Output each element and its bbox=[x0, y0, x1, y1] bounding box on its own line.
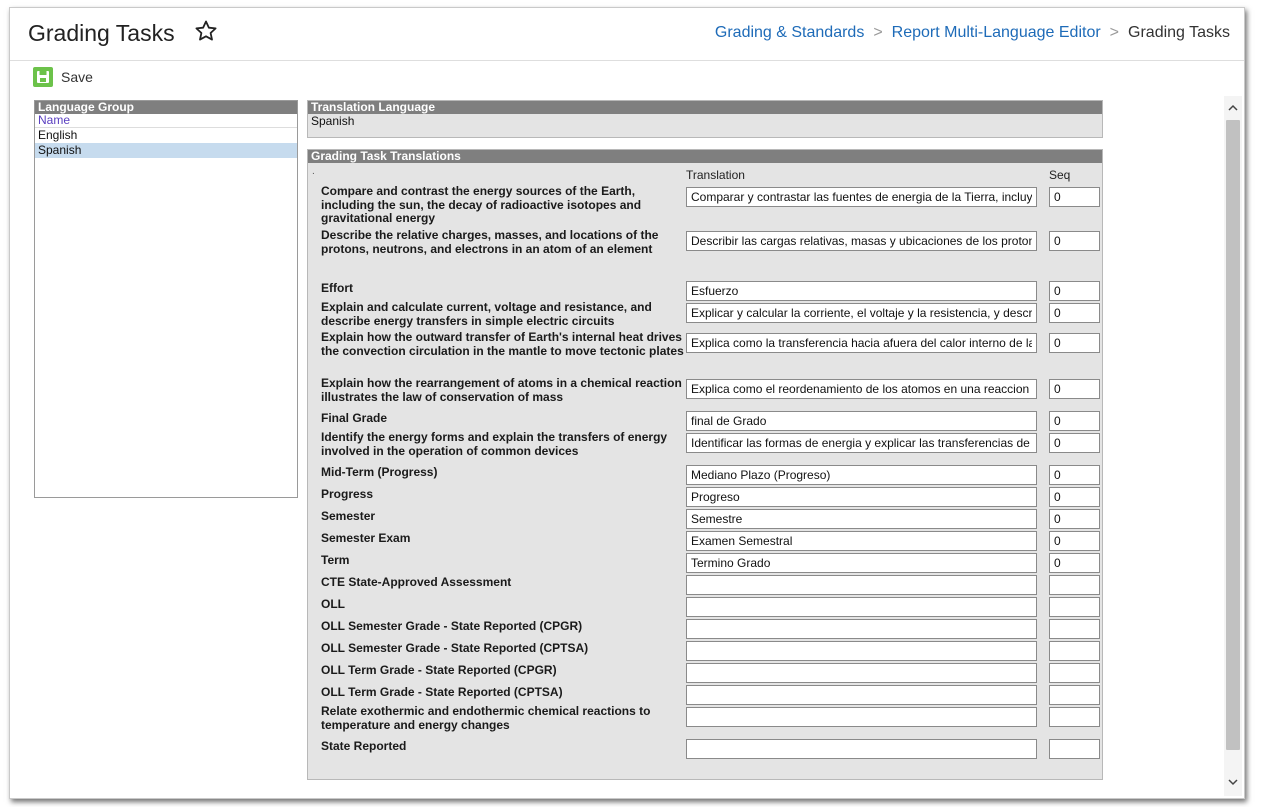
task-label: Compare and contrast the energy sources … bbox=[321, 184, 642, 225]
task-label: Progress bbox=[321, 487, 374, 501]
translation-input[interactable] bbox=[686, 411, 1037, 431]
page-header: Grading Tasks Grading & Standards > Report… bbox=[10, 8, 1244, 61]
task-label: Relate exothermic and endothermic chemic… bbox=[321, 704, 651, 732]
task-label: OLL Semester Grade - State Reported (CPT… bbox=[321, 641, 589, 655]
seq-input[interactable] bbox=[1049, 487, 1100, 507]
seq-input[interactable] bbox=[1049, 663, 1100, 683]
seq-input[interactable] bbox=[1049, 739, 1100, 759]
grading-task-translations-panel: Grading Task Translations Translation Se… bbox=[307, 149, 1103, 780]
floppy-disk-icon bbox=[33, 67, 53, 87]
seq-input[interactable] bbox=[1049, 685, 1100, 705]
translation-input[interactable] bbox=[686, 597, 1037, 617]
seq-input[interactable] bbox=[1049, 231, 1100, 251]
seq-input[interactable] bbox=[1049, 411, 1100, 431]
translation-input[interactable] bbox=[686, 303, 1037, 323]
translation-input[interactable] bbox=[686, 187, 1037, 207]
translation-input[interactable] bbox=[686, 333, 1037, 353]
translation-input[interactable] bbox=[686, 531, 1037, 551]
language-group-heading: Language Group bbox=[35, 101, 297, 114]
task-label: OLL bbox=[321, 597, 345, 611]
translation-input[interactable] bbox=[686, 379, 1037, 399]
translation-input[interactable] bbox=[686, 465, 1037, 485]
seq-input[interactable] bbox=[1049, 303, 1100, 323]
translation-input[interactable] bbox=[686, 685, 1037, 705]
save-button[interactable]: Save bbox=[33, 67, 93, 87]
translation-input[interactable] bbox=[686, 619, 1037, 639]
breadcrumb: Grading & Standards > Report Multi-Languag… bbox=[715, 24, 1230, 42]
translation-language-panel: Translation Language Spanish bbox=[307, 100, 1103, 138]
grading-task-translations-heading: Grading Task Translations bbox=[308, 150, 1102, 163]
seq-input[interactable] bbox=[1049, 187, 1100, 207]
translation-input[interactable] bbox=[686, 231, 1037, 251]
breadcrumb-current: Grading Tasks bbox=[1128, 24, 1230, 41]
seq-input[interactable] bbox=[1049, 531, 1100, 551]
seq-input[interactable] bbox=[1049, 465, 1100, 485]
task-label: Explain and calculate current, voltage a… bbox=[321, 300, 652, 328]
seq-input[interactable] bbox=[1049, 281, 1100, 301]
translation-input[interactable] bbox=[686, 281, 1037, 301]
task-label: Semester Exam bbox=[321, 531, 411, 545]
scrollbar-thumb[interactable] bbox=[1226, 120, 1240, 750]
seq-input[interactable] bbox=[1049, 575, 1100, 595]
seq-input[interactable] bbox=[1049, 553, 1100, 573]
task-label: Mid-Term (Progress) bbox=[321, 465, 438, 479]
translation-input[interactable] bbox=[686, 575, 1037, 595]
language-group-panel: Language Group Name English Spanish bbox=[34, 100, 298, 498]
task-label: Describe the relative charges, masses, a… bbox=[321, 228, 659, 256]
seq-input[interactable] bbox=[1049, 707, 1100, 727]
translation-input[interactable] bbox=[686, 433, 1037, 453]
language-item-spanish[interactable]: Spanish bbox=[35, 143, 297, 158]
breadcrumb-separator: > bbox=[873, 24, 883, 41]
task-label: OLL Semester Grade - State Reported (CPG… bbox=[321, 619, 583, 633]
task-label: Semester bbox=[321, 509, 376, 523]
row-marker: . bbox=[312, 166, 315, 177]
translation-input[interactable] bbox=[686, 553, 1037, 573]
page-title: Grading Tasks bbox=[28, 20, 175, 46]
translation-language-value: Spanish bbox=[311, 114, 355, 128]
task-label: Identify the energy forms and explain th… bbox=[321, 430, 668, 458]
language-item-english[interactable]: English bbox=[35, 128, 297, 143]
breadcrumb-separator: > bbox=[1109, 24, 1120, 41]
task-label: Term bbox=[321, 553, 350, 567]
star-outline-icon[interactable] bbox=[194, 19, 218, 43]
seq-input[interactable] bbox=[1049, 333, 1100, 353]
save-label: Save bbox=[61, 69, 93, 85]
translation-column-header: Translation bbox=[686, 168, 745, 182]
translation-input[interactable] bbox=[686, 509, 1037, 529]
vertical-scrollbar[interactable] bbox=[1224, 96, 1242, 796]
task-label: OLL Term Grade - State Reported (CPGR) bbox=[321, 663, 557, 677]
seq-column-header: Seq bbox=[1049, 168, 1071, 182]
translation-input[interactable] bbox=[686, 641, 1037, 661]
seq-input[interactable] bbox=[1049, 433, 1100, 453]
task-label: Explain how the outward transfer of Eart… bbox=[321, 330, 684, 358]
task-label: Final Grade bbox=[321, 411, 388, 425]
seq-input[interactable] bbox=[1049, 597, 1100, 617]
name-column-header[interactable]: Name bbox=[35, 114, 297, 128]
seq-input[interactable] bbox=[1049, 641, 1100, 661]
translation-input[interactable] bbox=[686, 707, 1037, 727]
translation-language-heading: Translation Language bbox=[308, 101, 1102, 114]
translation-input[interactable] bbox=[686, 739, 1037, 759]
chevron-down-icon[interactable] bbox=[1227, 776, 1239, 788]
task-label: OLL Term Grade - State Reported (CPTSA) bbox=[321, 685, 563, 699]
task-label: Explain how the rearrangement of atoms i… bbox=[321, 376, 682, 404]
breadcrumb-link-report-editor[interactable]: Report Multi-Language Editor bbox=[892, 24, 1101, 41]
breadcrumb-link-grading-standards[interactable]: Grading & Standards bbox=[715, 24, 864, 41]
task-label: Effort bbox=[321, 281, 353, 295]
task-label: State Reported bbox=[321, 739, 407, 753]
translation-input[interactable] bbox=[686, 487, 1037, 507]
translation-input[interactable] bbox=[686, 663, 1037, 683]
seq-input[interactable] bbox=[1049, 509, 1100, 529]
app-window: Grading Tasks Grading & Standards > Report… bbox=[9, 7, 1245, 799]
chevron-up-icon[interactable] bbox=[1227, 102, 1239, 114]
seq-input[interactable] bbox=[1049, 379, 1100, 399]
task-label: CTE State-Approved Assessment bbox=[321, 575, 512, 589]
seq-input[interactable] bbox=[1049, 619, 1100, 639]
